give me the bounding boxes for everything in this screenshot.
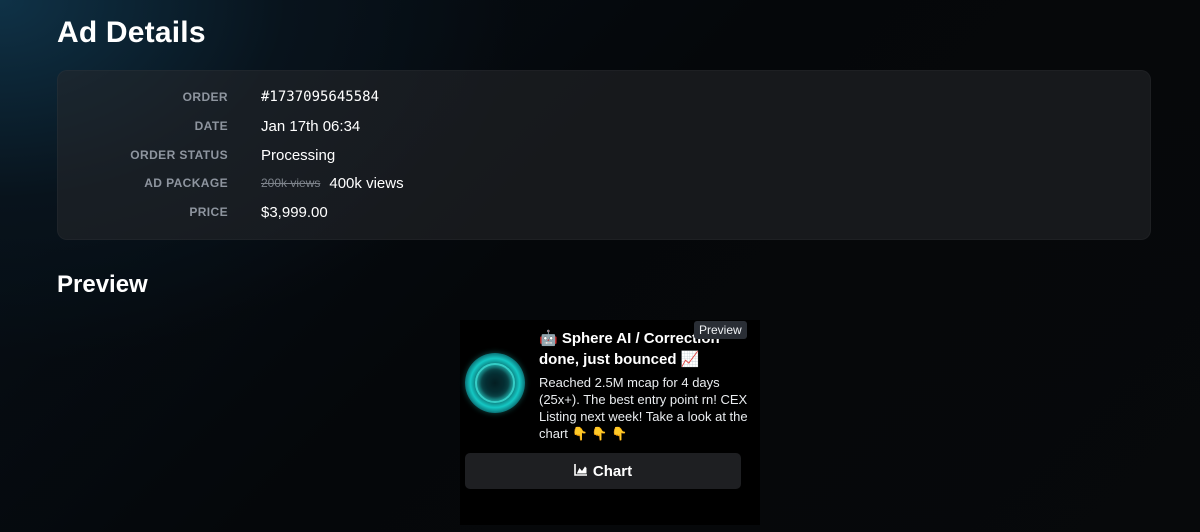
headline-line1: 🤖 Sphere AI / Correction xyxy=(539,330,720,347)
package-row: AD PACKAGE 200k views 400k views xyxy=(58,172,404,194)
price-row: PRICE $3,999.00 xyxy=(58,201,328,223)
package-new-value: 400k views xyxy=(329,174,404,192)
price-label: PRICE xyxy=(189,205,228,219)
page-title: Ad Details xyxy=(57,16,206,49)
order-row: ORDER #1737095645584 xyxy=(58,86,379,108)
details-card: ORDER #1737095645584 DATE Jan 17th 06:34… xyxy=(57,70,1151,240)
status-row: ORDER STATUS Processing xyxy=(58,144,335,166)
post-body: Reached 2.5M mcap for 4 days (25x+). The… xyxy=(539,375,748,441)
preview-title: Preview xyxy=(57,271,148,298)
status-value: Processing xyxy=(261,146,336,164)
date-row: DATE Jan 17th 06:34 xyxy=(58,115,361,137)
ad-preview-post: 🤖 Sphere AI / Correction done, just boun… xyxy=(460,320,760,525)
status-label: ORDER STATUS xyxy=(130,148,228,162)
area-chart-icon xyxy=(574,463,593,480)
date-label: DATE xyxy=(194,119,228,133)
headline-line2: done, just bounced 📈 xyxy=(539,351,700,368)
date-value: Jan 17th 06:34 xyxy=(261,117,361,135)
avatar xyxy=(465,353,525,413)
chart-button[interactable]: Chart xyxy=(465,453,741,489)
price-value: $3,999.00 xyxy=(261,203,328,221)
package-label: AD PACKAGE xyxy=(144,176,228,190)
order-value: #1737095645584 xyxy=(261,89,380,105)
chart-button-label: Chart xyxy=(592,462,633,480)
order-label: ORDER xyxy=(182,90,228,104)
preview-tooltip: Preview xyxy=(694,321,747,339)
package-old-value: 200k views xyxy=(261,176,321,190)
